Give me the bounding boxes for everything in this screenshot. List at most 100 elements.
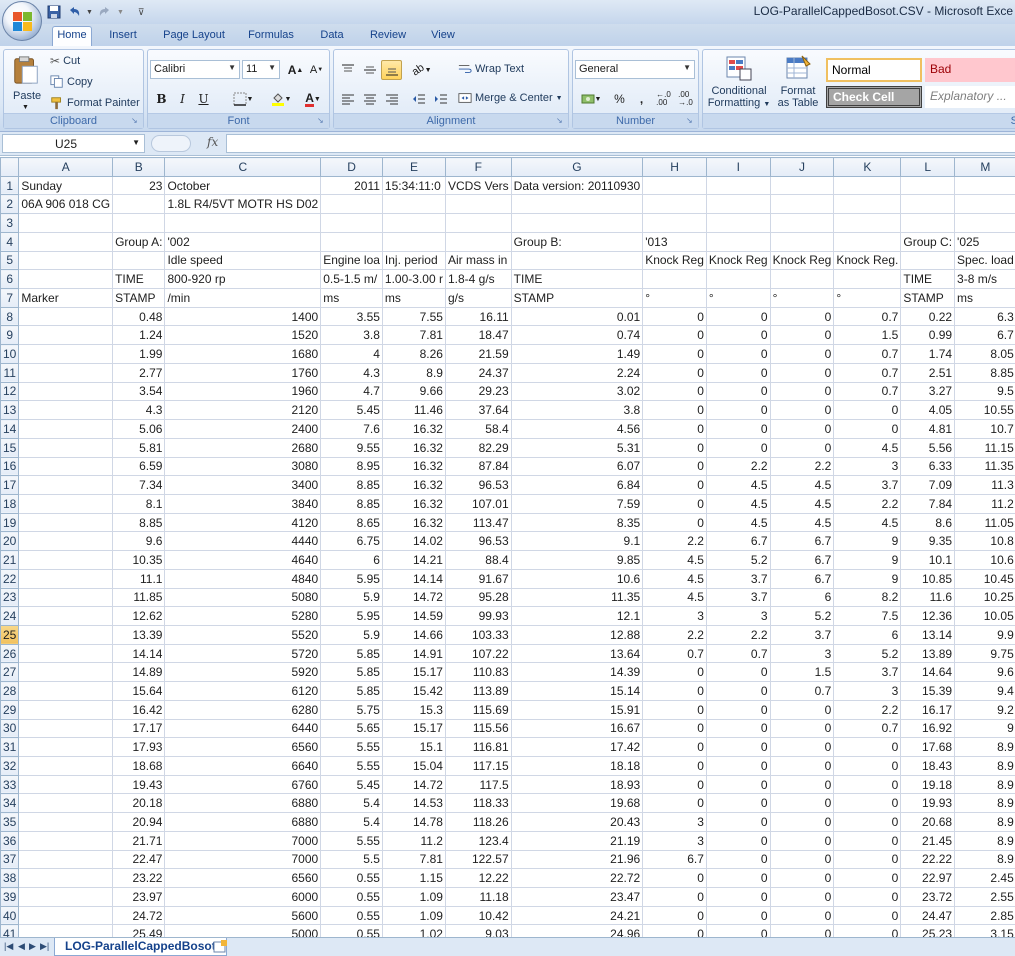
- cell[interactable]: 13.64: [510, 643, 644, 664]
- cell[interactable]: 0: [705, 400, 771, 421]
- cell[interactable]: 0: [642, 662, 707, 683]
- tab-insert[interactable]: Insert: [104, 27, 142, 46]
- cell[interactable]: 23.47: [510, 887, 644, 907]
- cell[interactable]: 103.33: [444, 624, 512, 645]
- number-format-combo[interactable]: General ▼: [575, 60, 695, 79]
- cell[interactable]: 0.55: [320, 905, 383, 926]
- cell[interactable]: 0: [769, 325, 835, 346]
- row-header[interactable]: 5: [0, 250, 20, 271]
- cell[interactable]: [18, 718, 114, 739]
- cell[interactable]: 6: [769, 587, 835, 608]
- cell[interactable]: 4.5: [705, 475, 771, 495]
- cell[interactable]: 18.47: [444, 325, 512, 346]
- cell[interactable]: Group A:: [112, 231, 166, 252]
- cell[interactable]: 87.84: [444, 456, 512, 477]
- column-header[interactable]: I: [705, 157, 771, 177]
- cell[interactable]: 1.5: [769, 662, 835, 683]
- style-normal[interactable]: Normal: [826, 58, 922, 82]
- cell[interactable]: STAMP: [510, 288, 644, 308]
- cell[interactable]: [112, 250, 166, 271]
- cell[interactable]: [18, 568, 114, 589]
- cell[interactable]: '025: [954, 231, 1015, 252]
- cell[interactable]: 6.7: [954, 325, 1015, 346]
- cell[interactable]: [112, 213, 166, 233]
- cell[interactable]: 6.33: [900, 456, 956, 477]
- cell[interactable]: 8.1: [112, 493, 166, 514]
- row-header[interactable]: 41: [0, 924, 20, 937]
- conditional-formatting-button[interactable]: Conditional Formatting ▼: [707, 52, 771, 114]
- cell[interactable]: 5.4: [320, 793, 383, 814]
- cell[interactable]: 0.99: [900, 325, 956, 346]
- cell[interactable]: [705, 269, 771, 290]
- cell[interactable]: 1.24: [112, 325, 166, 346]
- grow-font-button[interactable]: A ▲: [285, 60, 306, 80]
- undo-dropdown-icon[interactable]: ▼: [86, 9, 93, 16]
- cell[interactable]: 14.14: [112, 643, 166, 664]
- cell[interactable]: [900, 213, 956, 233]
- cell[interactable]: 19.68: [510, 793, 644, 814]
- name-box[interactable]: U25 ▼: [2, 134, 145, 153]
- cell[interactable]: 3: [833, 456, 902, 477]
- cell[interactable]: [833, 175, 902, 196]
- cell[interactable]: [642, 194, 707, 215]
- cell[interactable]: 107.01: [444, 493, 512, 514]
- cell[interactable]: 9: [954, 718, 1015, 739]
- cell[interactable]: 0: [642, 306, 707, 327]
- cell[interactable]: 6440: [164, 718, 322, 739]
- cell[interactable]: [642, 175, 707, 196]
- cell[interactable]: 19.18: [900, 774, 956, 795]
- row-header[interactable]: 28: [0, 681, 20, 701]
- cell[interactable]: 5.4: [320, 812, 383, 832]
- cell[interactable]: 1.02: [381, 924, 446, 937]
- cell[interactable]: 2.77: [112, 362, 166, 383]
- cell[interactable]: Group B:: [510, 231, 644, 252]
- insert-function-icon[interactable]: fx: [207, 135, 218, 149]
- cell[interactable]: 8.65: [320, 512, 383, 533]
- cell[interactable]: [18, 400, 114, 421]
- cell[interactable]: [18, 624, 114, 645]
- cell[interactable]: 0: [705, 774, 771, 795]
- row-header[interactable]: 29: [0, 699, 20, 720]
- cell[interactable]: 8.9: [381, 362, 446, 383]
- cell[interactable]: 10.85: [900, 568, 956, 589]
- cell[interactable]: 3: [705, 606, 771, 626]
- row-header[interactable]: 18: [0, 493, 20, 514]
- cell[interactable]: 96.53: [444, 475, 512, 495]
- column-header[interactable]: B: [112, 157, 166, 177]
- cell[interactable]: [164, 213, 322, 233]
- cell[interactable]: 0: [769, 344, 835, 364]
- cell[interactable]: 0: [642, 681, 707, 701]
- cell[interactable]: 0: [705, 849, 771, 870]
- cell[interactable]: 16.11: [444, 306, 512, 327]
- cell[interactable]: 0: [642, 737, 707, 757]
- cell[interactable]: 1520: [164, 325, 322, 346]
- cell[interactable]: 0: [642, 325, 707, 346]
- cell[interactable]: 1.74: [900, 344, 956, 364]
- cell[interactable]: [18, 456, 114, 477]
- cell[interactable]: Knock Reg: [642, 250, 707, 271]
- row-header[interactable]: 26: [0, 643, 20, 664]
- cell[interactable]: 20.94: [112, 812, 166, 832]
- cell[interactable]: 15.17: [381, 718, 446, 739]
- cell[interactable]: Inj. period: [381, 250, 446, 271]
- cell[interactable]: 0: [769, 793, 835, 814]
- cell[interactable]: 2.24: [510, 362, 644, 383]
- cell[interactable]: 58.4: [444, 419, 512, 439]
- cell[interactable]: 4.81: [900, 419, 956, 439]
- cell[interactable]: 11.6: [900, 587, 956, 608]
- cell[interactable]: 8.9: [954, 793, 1015, 814]
- cell[interactable]: [18, 362, 114, 383]
- cell[interactable]: 21.96: [510, 849, 644, 870]
- cell[interactable]: 7.6: [320, 419, 383, 439]
- cell[interactable]: 1.09: [381, 887, 446, 907]
- cell[interactable]: 107.22: [444, 643, 512, 664]
- cell[interactable]: 0.55: [320, 868, 383, 889]
- cell[interactable]: 9.4: [954, 681, 1015, 701]
- cell[interactable]: 0: [769, 756, 835, 776]
- cell[interactable]: 10.05: [954, 606, 1015, 626]
- row-header[interactable]: 10: [0, 344, 20, 364]
- cell[interactable]: Spec. load: [954, 250, 1015, 271]
- cell[interactable]: 2011: [320, 175, 383, 196]
- cell[interactable]: 29.23: [444, 381, 512, 402]
- cell[interactable]: 6: [320, 550, 383, 570]
